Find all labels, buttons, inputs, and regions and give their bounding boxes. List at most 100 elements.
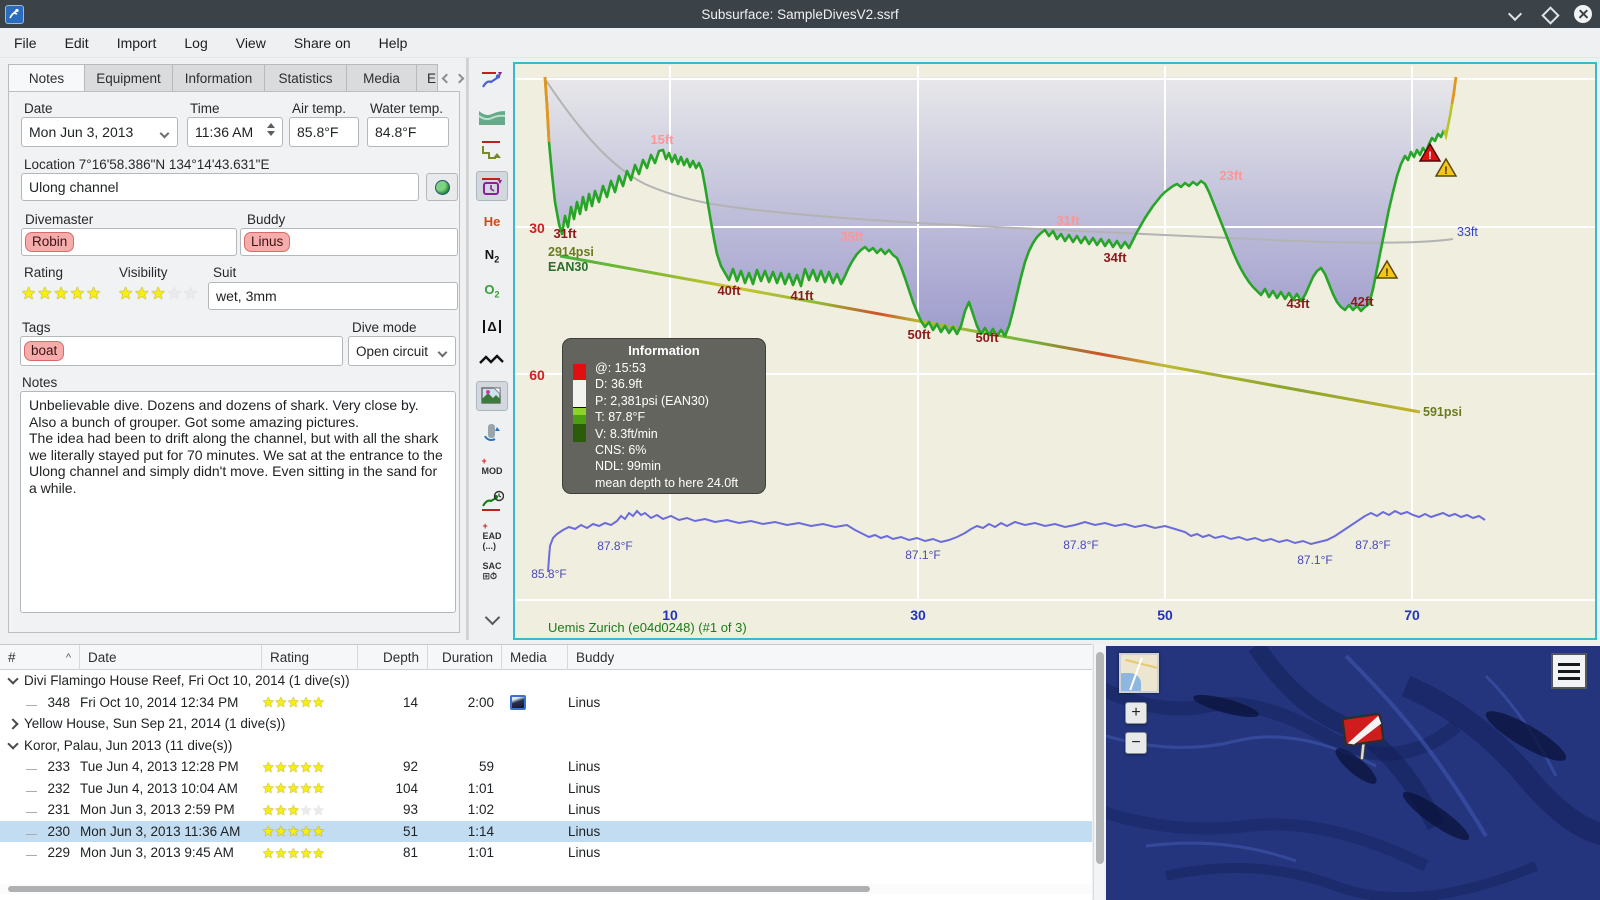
dive-site-map[interactable]: + − xyxy=(1106,646,1600,900)
toolbar-scroll-down-icon[interactable] xyxy=(476,604,508,634)
suit-field[interactable]: wet, 3mm xyxy=(208,282,458,310)
hscroll-thumb[interactable] xyxy=(8,886,870,892)
tab-scroll-buttons[interactable] xyxy=(438,64,468,92)
dive-events-icon[interactable] xyxy=(476,171,508,201)
dive-row-233[interactable]: 233 Tue Jun 4, 2013 12:28 PM ★ ★ ★ ★ ★ 92 59 Linu… xyxy=(0,756,1092,778)
minimize-icon[interactable] xyxy=(1506,5,1524,23)
dive-row-232[interactable]: 232 Tue Jun 4, 2013 10:04 AM ★ ★ ★ ★ ★ 104 1:01 L… xyxy=(0,778,1092,800)
tab-statistics[interactable]: Statistics xyxy=(264,64,346,92)
helium-graph-icon[interactable]: He xyxy=(476,206,508,236)
tooltip-line: V: 8.3ft/min xyxy=(595,426,658,441)
star-icon[interactable]: ★ xyxy=(37,285,52,302)
column-rating[interactable]: Rating xyxy=(262,644,358,670)
water-temp-field[interactable]: 84.8°F xyxy=(367,117,449,147)
divemaster-field[interactable]: Robin xyxy=(21,228,237,256)
warning-marker-yellow-2[interactable]: ! xyxy=(1375,259,1399,279)
menu-import[interactable]: Import xyxy=(103,28,171,58)
notes-textarea[interactable]: Unbelievable dive. Dozens and dozens of … xyxy=(20,391,456,613)
column-date[interactable]: Date xyxy=(80,644,262,670)
menu-help[interactable]: Help xyxy=(365,28,422,58)
dc-reported-ceiling-icon[interactable] xyxy=(476,486,508,516)
column-depth[interactable]: Depth xyxy=(358,644,428,670)
show-photos-icon[interactable] xyxy=(476,381,508,411)
dive-mode-icon[interactable] xyxy=(476,66,508,96)
menu-file[interactable]: File xyxy=(0,28,51,58)
star-icon[interactable]: ★ xyxy=(54,285,69,302)
location-value: Ulong channel xyxy=(29,179,119,195)
menu-edit[interactable]: Edit xyxy=(51,28,103,58)
close-icon[interactable] xyxy=(1574,5,1592,23)
star-icon[interactable]: ★ xyxy=(70,285,85,302)
mod-toggle-icon[interactable]: + MOD xyxy=(476,451,508,481)
visibility-stars[interactable]: ★ ★ ★ ★ ★ xyxy=(118,285,198,302)
tab-equipment[interactable]: Equipment xyxy=(84,64,172,92)
buddy-field[interactable]: Linus xyxy=(240,228,458,256)
dive-list-vscrollbar[interactable] xyxy=(1093,644,1105,900)
dive-row-229[interactable]: 229 Mon Jun 3, 2013 9:45 AM ★ ★ ★ ★ ★ 81 1:01 Lin… xyxy=(0,842,1092,864)
sac-rate-icon[interactable]: SAC ⊞⏱ xyxy=(476,556,508,586)
star-icon: ★ xyxy=(299,844,313,861)
trip-group-row[interactable]: Divi Flamingo House Reef, Fri Oct 10, 20… xyxy=(0,670,1092,692)
expand-icon[interactable] xyxy=(7,718,19,730)
column-number[interactable]: # ^ xyxy=(0,644,80,670)
map-zoom-out-button[interactable]: − xyxy=(1125,732,1147,754)
menu-log[interactable]: Log xyxy=(170,28,221,58)
tissue-heatmap-icon[interactable]: Δ xyxy=(476,311,508,341)
ead-toggle-icon[interactable]: + EAD (...) xyxy=(476,521,508,551)
time-spinbox[interactable]: 11:36 AM xyxy=(187,117,283,147)
tab-information[interactable]: Information xyxy=(172,64,264,92)
water-salinity-icon[interactable] xyxy=(476,101,508,131)
calculated-ceiling-icon[interactable] xyxy=(476,136,508,166)
vscroll-thumb[interactable] xyxy=(1096,652,1104,864)
collapse-icon[interactable] xyxy=(7,673,19,685)
star-icon[interactable]: ★ xyxy=(183,285,198,302)
photo-thumbnail-icon[interactable] xyxy=(510,694,526,710)
tab-scroll-right-icon[interactable] xyxy=(454,73,465,83)
maximize-icon[interactable] xyxy=(1540,5,1558,23)
tab-notes[interactable]: Notes xyxy=(8,64,84,92)
map-menu-button[interactable] xyxy=(1551,653,1587,689)
nitrogen-graph-icon[interactable]: N2 xyxy=(476,241,508,271)
divemaster-tag[interactable]: Robin xyxy=(25,232,75,252)
spinner-arrows-icon[interactable] xyxy=(267,123,275,136)
tab-media[interactable]: Media xyxy=(346,64,416,92)
menu-view[interactable]: View xyxy=(222,28,280,58)
trip-group-row[interactable]: Yellow House, Sun Sep 21, 2014 (1 dive(s… xyxy=(0,713,1092,735)
buddy-tag[interactable]: Linus xyxy=(244,232,291,252)
tab-scroll-left-icon[interactable] xyxy=(441,73,452,83)
star-icon[interactable]: ★ xyxy=(151,285,166,302)
dive-flag-marker[interactable] xyxy=(1336,708,1396,770)
map-zoom-in-button[interactable]: + xyxy=(1125,702,1147,724)
heart-rate-icon[interactable] xyxy=(476,346,508,376)
trip-group-row[interactable]: Koror, Palau, Jun 2013 (11 dive(s)) xyxy=(0,735,1092,757)
star-icon[interactable]: ★ xyxy=(118,285,133,302)
map-overview-thumbnail[interactable] xyxy=(1119,653,1159,693)
column-media[interactable]: Media xyxy=(502,644,568,670)
dive-list-hscrollbar[interactable] xyxy=(0,884,1092,894)
dive-row-348[interactable]: 348 Fri Oct 10, 2014 12:34 PM ★ ★ ★ ★ ★ 14 2:00 L… xyxy=(0,692,1092,714)
star-icon[interactable]: ★ xyxy=(21,285,36,302)
air-temp-field[interactable]: 85.8°F xyxy=(289,117,359,147)
date-combobox[interactable]: Mon Jun 3, 2013 xyxy=(21,117,178,147)
dive-row-230[interactable]: 230 Mon Jun 3, 2013 11:36 AM ★ ★ ★ ★ ★ 51 1:14 Li… xyxy=(0,820,1092,842)
tank-bar-icon[interactable] xyxy=(476,416,508,446)
water-temp-value: 84.8°F xyxy=(375,124,417,140)
column-duration[interactable]: Duration xyxy=(428,644,502,670)
menu-share-on[interactable]: Share on xyxy=(280,28,365,58)
dive-row-231[interactable]: 231 Mon Jun 3, 2013 2:59 PM ★ ★ ★ ★ ★ 93 1:02 Lin… xyxy=(0,799,1092,821)
geolocation-button[interactable] xyxy=(426,173,458,201)
rating-stars[interactable]: ★ ★ ★ ★ ★ xyxy=(21,285,101,302)
star-icon[interactable]: ★ xyxy=(86,285,101,302)
oxygen-graph-icon[interactable]: O2 xyxy=(476,276,508,306)
collapse-icon[interactable] xyxy=(7,738,19,750)
location-field[interactable]: Ulong channel xyxy=(21,173,419,201)
column-buddy[interactable]: Buddy xyxy=(568,645,1092,670)
depth-bottom-label: 43ft xyxy=(1286,296,1310,311)
dive-mode-combobox[interactable]: Open circuit xyxy=(348,336,456,366)
tab-e[interactable]: E xyxy=(416,64,438,92)
tag-boat[interactable]: boat xyxy=(24,341,65,361)
dive-profile-chart[interactable]: ! ! ! 30 60 10 30 50 70 15ft 35ft 31ft 23ft 31ft 40… xyxy=(513,62,1597,640)
tags-field[interactable]: boat xyxy=(20,336,343,366)
star-icon[interactable]: ★ xyxy=(167,285,182,302)
star-icon[interactable]: ★ xyxy=(134,285,149,302)
